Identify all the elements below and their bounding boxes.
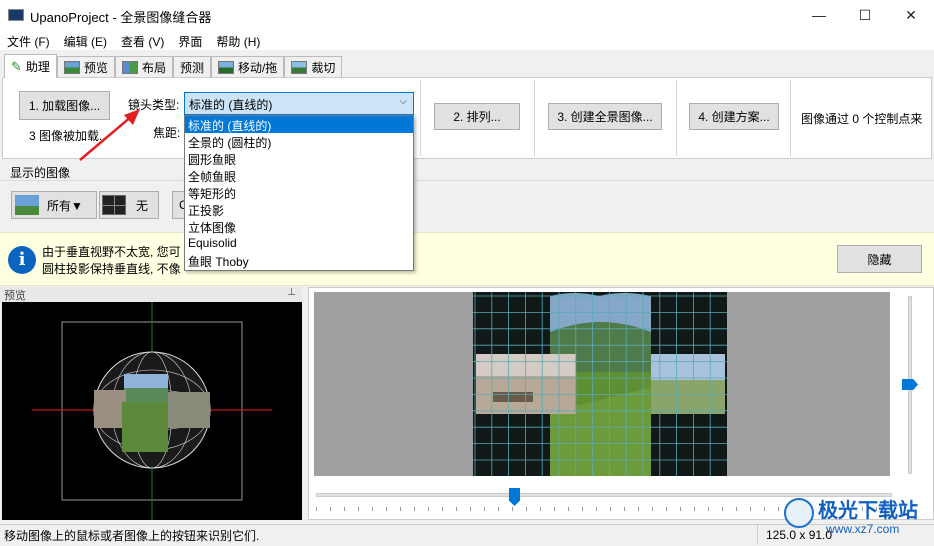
divider [534,80,535,156]
tab-preview[interactable]: 预览 [56,56,115,78]
app-icon [8,9,24,21]
stitch-canvas[interactable] [473,292,727,476]
focal-length-label: 焦距: [153,126,181,140]
menu-bar: 文件 (F) 编辑 (E) 查看 (V) 界面 帮助 (H) [0,30,934,50]
lens-option[interactable]: 等矩形的 [185,184,413,201]
horizontal-slider-track[interactable] [316,493,892,497]
show-all-button[interactable]: 所有▼ [11,191,97,219]
info-icon: i [8,246,36,274]
preview-panel-title: 预览 [4,290,26,302]
lens-option[interactable]: 正投影 [185,201,413,218]
chevron-down-icon: ⌵ [399,96,407,107]
lens-option[interactable]: Equisolid [185,235,413,252]
tab-assistant[interactable]: ✎ 助理 [4,54,57,78]
preview-viewport[interactable] [2,302,302,520]
maximize-button[interactable]: ☐ [842,0,888,30]
image-icon [15,195,39,215]
lens-option[interactable]: 鱼眼 Thoby [185,252,413,269]
menu-edit[interactable]: 编辑 (E) [57,30,114,50]
show-none-button[interactable]: 无 [99,191,159,219]
preview-panel-header: 预览 ⊥ [0,287,302,302]
divider [790,80,791,156]
tab-crop[interactable]: 裁切 [284,56,343,78]
tab-label: 助理 [25,60,50,74]
info-text-line2: 圆柱投影保持垂直线, 不像 [42,262,181,276]
divider [420,80,421,156]
layout-icon [121,61,138,74]
sphere-preview [32,302,272,520]
button-label: 所有▼ [47,198,83,213]
tab-move-drag[interactable]: 移动/拖 [210,56,285,78]
control-points-text: 图像通过 0 个控制点来 [801,112,923,126]
create-project-button[interactable]: 4. 创建方案... [689,103,779,130]
crop-icon [291,61,308,74]
menu-interface[interactable]: 界面 [171,30,209,50]
shown-images-label: 显示的图像 [10,166,71,180]
info-text-line1: 由于垂直视野不太宽, 您可 [42,245,181,259]
watermark-logo [784,498,814,528]
lens-option[interactable]: 圆形鱼眼 [185,150,413,167]
lens-type-value: 标准的 (直线的) [189,98,273,112]
create-panorama-button[interactable]: 3. 创建全景图像... [548,103,662,130]
watermark-url: www.xz7.com [826,522,900,536]
tab-strip: ✎ 助理 预览 布局 预测 移动/拖 裁切 [4,54,343,78]
hide-button[interactable]: 隐藏 [837,245,922,273]
tab-label: 预测 [179,61,204,75]
move-icon [217,61,234,74]
lens-option[interactable]: 全帧鱼眼 [185,167,413,184]
menu-file[interactable]: 文件 (F) [0,30,57,50]
red-arrow-annotation [79,109,140,161]
tab-projection[interactable]: 预测 [172,56,211,78]
align-button[interactable]: 2. 排列... [434,103,520,130]
tab-label: 布局 [141,61,166,75]
preview-icon [63,61,80,74]
tab-label: 裁切 [311,61,336,75]
window-title: UpanoProject - 全景图像缝合器 [30,10,212,25]
status-message: 移动图像上的鼠标或者图像上的按钮来识别它们. [4,529,260,543]
menu-help[interactable]: 帮助 (H) [209,30,267,50]
watermark-name: 极光下载站 [818,500,918,522]
stitched-panorama [473,292,727,476]
lens-option[interactable]: 标准的 (直线的) [185,116,413,133]
pin-icon[interactable]: ⊥ [287,287,296,298]
tab-label: 预览 [83,61,108,75]
lens-type-select[interactable]: 标准的 (直线的) ⌵ [184,92,414,115]
tab-label: 移动/拖 [237,61,278,75]
minimize-button[interactable]: — [796,0,842,30]
lens-option[interactable]: 立体图像 [185,218,413,235]
wand-icon: ✎ [11,58,22,74]
tab-layout[interactable]: 布局 [114,56,173,78]
lens-type-dropdown: 标准的 (直线的) 全景的 (圆柱的) 圆形鱼眼 全帧鱼眼 等矩形的 正投影 立… [184,115,414,271]
divider [0,180,934,181]
close-button[interactable]: ✕ [888,0,934,30]
divider [676,80,677,156]
grid-icon [102,195,126,215]
button-label: 无 [136,198,149,213]
lens-option[interactable]: 全景的 (圆柱的) [185,133,413,150]
menu-view[interactable]: 查看 (V) [114,30,171,50]
